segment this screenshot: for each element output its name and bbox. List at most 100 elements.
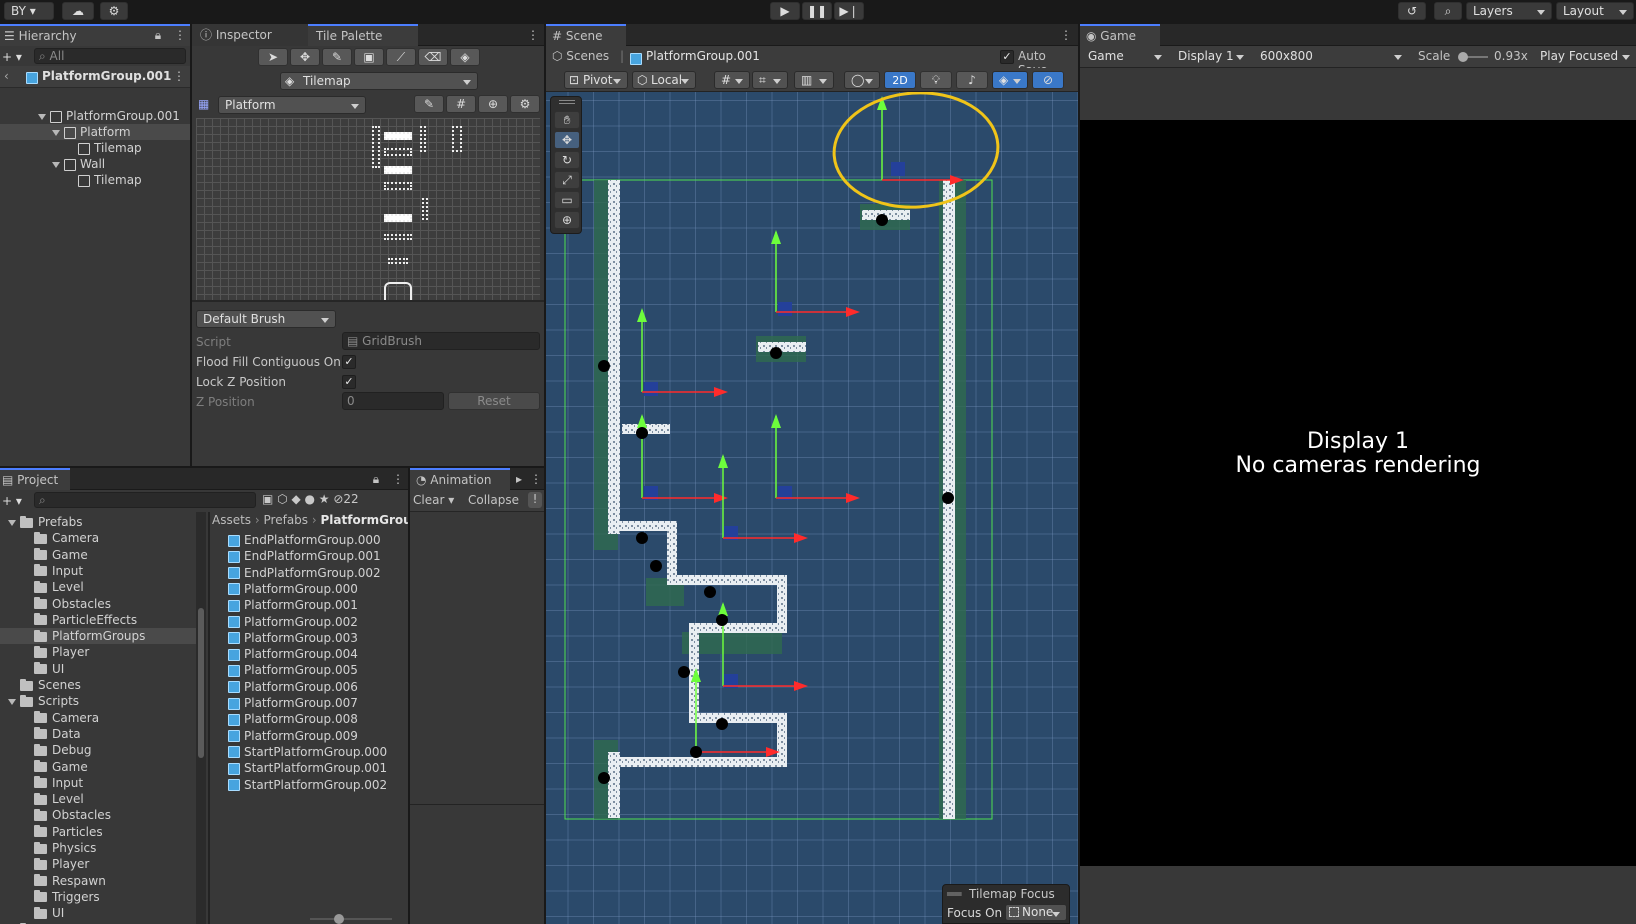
project-search-input[interactable]: ⌕ [34,492,256,508]
box-fill-tool-button[interactable]: ▣ [354,48,384,66]
2d-toggle-button[interactable]: 2D [884,71,916,89]
asset-item[interactable]: PlatformGroup.009 [212,728,408,744]
step-button[interactable]: ▶❘ [834,2,864,20]
draw-mode-dropdown[interactable]: ◯ [844,71,880,89]
brush-dropdown[interactable]: Default Brush [196,310,336,328]
tree-item[interactable]: Tilemap [0,140,190,156]
filter-icons[interactable]: ▣ ⬡ ◆ ● ★ ⊘22 [262,492,408,506]
tab-project[interactable]: ▤ Project [0,468,70,490]
pause-button[interactable]: ❚❚ [802,2,832,20]
palette-dropdown[interactable]: Platform [218,96,366,114]
tab-animation[interactable]: ◔ Animation [410,468,510,490]
folder-item[interactable]: Particles [0,824,196,840]
folder-item[interactable]: ParticleEffects [0,612,196,628]
folder-item[interactable]: Physics [0,840,196,856]
folder-item[interactable]: PlatformGroups [0,628,196,645]
folder-tree-scrollbar[interactable] [196,512,206,924]
folder-item[interactable]: Data [0,726,196,742]
info-icon[interactable]: ! [528,492,542,508]
palette-settings-button[interactable]: ⚙ [510,95,540,113]
kebab-menu-icon[interactable]: ⋮ [392,471,404,487]
resolution-dropdown[interactable]: 600x800 [1254,48,1408,66]
play-focused-dropdown[interactable]: Play Focused [1534,48,1636,66]
tile-palette-grid[interactable] [196,118,540,300]
pivot-dropdown[interactable]: ⊡ Pivot [564,71,628,89]
rect-tool-button[interactable]: ▭ [554,191,580,209]
asset-item[interactable]: PlatformGroup.008 [212,711,408,727]
hierarchy-search-input[interactable]: ⌕ All [34,48,186,64]
asset-item[interactable]: StartPlatformGroup.002 [212,777,408,793]
transform-tool-button[interactable]: ⊕ [554,211,580,229]
project-add-button[interactable]: + ▾ [2,494,22,508]
lock-icon[interactable]: 🔒︎ [153,27,163,43]
scene-viewport[interactable]: ✋︎ ✥ ↻ ⤢ ▭ ⊕ ══ Tilemap Focus Focus On N… [546,92,1078,924]
scale-slider[interactable] [1458,52,1488,62]
tree-item[interactable]: Wall [0,156,190,172]
gizmo-toggle-button[interactable]: ⊕ [478,95,508,113]
asset-item[interactable]: PlatformGroup.005 [212,662,408,678]
folder-item[interactable]: Scripts [0,693,196,709]
asset-item[interactable]: EndPlatformGroup.001 [212,548,408,564]
eraser-tool-button[interactable]: ⌫ [418,48,448,66]
asset-item[interactable]: PlatformGroup.007 [212,695,408,711]
folder-item[interactable]: Obstacles [0,807,196,823]
autosave-checkbox[interactable]: ✓ [1000,50,1014,64]
folder-item[interactable]: Prefabs [0,514,196,530]
folder-item[interactable]: Debug [0,742,196,758]
picker-tool-button[interactable]: ⟋ [386,48,416,66]
collapse-button[interactable]: Collapse [468,493,519,507]
folder-item[interactable]: Input [0,775,196,791]
tab-inspector[interactable]: ⓘ Inspector [192,24,308,46]
folder-item[interactable]: Game [0,547,196,563]
rotate-tool-button[interactable]: ↻ [554,151,580,169]
brush-tool-button[interactable]: ✎ [322,48,352,66]
audio-toggle-button[interactable]: ♪ [956,71,988,89]
select-tool-button[interactable]: ➤ [258,48,288,66]
play-button[interactable]: ▶ [770,2,800,20]
folder-item[interactable]: Input [0,563,196,579]
folder-item[interactable]: Level [0,791,196,807]
asset-item[interactable]: PlatformGroup.004 [212,646,408,662]
hand-tool-button[interactable]: ✋︎ [554,111,580,129]
grid-toggle-button[interactable]: # [446,95,476,113]
grid-visibility-dropdown[interactable]: ▥ [794,71,834,89]
asset-item[interactable]: EndPlatformGroup.002 [212,565,408,581]
chevron-down-icon[interactable] [8,698,16,705]
folder-item[interactable]: Respawn [0,873,196,889]
lock-icon[interactable]: 🔒︎ [371,471,381,487]
asset-item[interactable]: StartPlatformGroup.001 [212,760,408,776]
breadcrumb-current[interactable]: PlatformGrou [321,513,409,527]
local-dropdown[interactable]: ⬡ Local [632,71,696,89]
folder-item[interactable]: UI [0,905,196,921]
display-dropdown[interactable]: Display 1 [1172,48,1250,66]
folder-item[interactable]: Camera [0,710,196,726]
edit-palette-button[interactable]: ✎ [414,95,444,113]
tree-item[interactable]: PlatformGroup.001 [0,108,190,124]
folder-item[interactable]: Scenes [0,677,196,693]
breadcrumb-assets[interactable]: Assets [212,513,251,527]
history-button[interactable]: ↺ [1398,2,1426,20]
fill-tool-button[interactable]: ◈ [450,48,480,66]
breadcrumb-prefabs[interactable]: Prefabs [264,513,309,527]
cloud-button[interactable]: ☁ [62,2,94,20]
kebab-menu-icon[interactable]: ⋮ [173,69,185,83]
folder-item[interactable]: Game [0,759,196,775]
kebab-menu-icon[interactable]: ⋮ [527,27,539,43]
folder-item[interactable]: UI [0,661,196,677]
game-mode-dropdown[interactable]: Game [1082,48,1168,66]
hierarchy-add-button[interactable]: + ▾ [2,50,22,64]
tab-game[interactable]: ◉ Game [1080,24,1160,46]
folder-item[interactable]: Camera [0,530,196,546]
asset-item[interactable]: PlatformGroup.003 [212,630,408,646]
chevron-down-icon[interactable] [8,519,16,526]
kebab-menu-icon[interactable]: ⋮ [1060,27,1072,43]
flood-fill-checkbox[interactable]: ✓ [342,355,356,369]
folder-item[interactable]: Obstacles [0,596,196,612]
search-button[interactable]: ⌕ [1434,2,1462,20]
folder-item[interactable]: Level [0,579,196,595]
asset-item[interactable]: PlatformGroup.006 [212,679,408,695]
tree-item[interactable]: Tilemap [0,172,190,188]
lock-z-checkbox[interactable]: ✓ [342,375,356,389]
kebab-menu-icon[interactable]: ⋮ [174,27,186,43]
prefab-name[interactable]: PlatformGroup.001 [646,49,760,63]
